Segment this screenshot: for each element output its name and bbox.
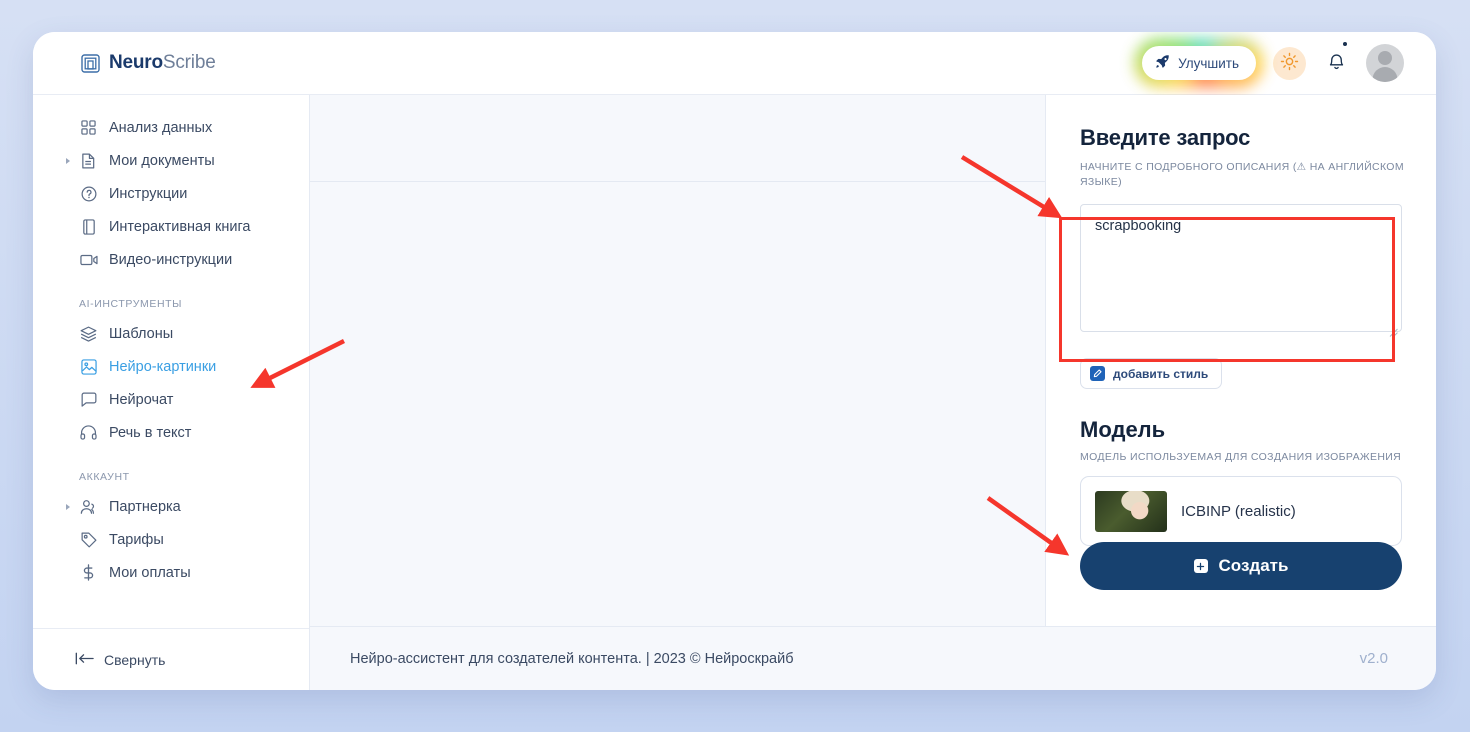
footer-text: Нейро-ассистент для создателей контента.… — [350, 650, 794, 667]
sidebar: Анализ данных Мои документы Инструкции И… — [33, 95, 310, 690]
sidebar-item-label: Интерактивная книга — [109, 218, 251, 235]
chevron-right-icon — [66, 503, 70, 510]
sidebar-section-account: АККАУНТ — [79, 471, 130, 483]
create-button[interactable]: Создать — [1080, 542, 1402, 590]
edit-pencil-icon — [1090, 366, 1105, 382]
layers-icon — [79, 324, 98, 343]
sidebar-item-label: Анализ данных — [109, 119, 213, 136]
chat-bubble-icon — [79, 390, 98, 409]
image-plus-icon — [1193, 559, 1208, 573]
sidebar-collapse-label: Свернуть — [104, 651, 166, 668]
generation-panel: Введите запрос НАЧНИТЕ С ПОДРОБНОГО ОПИС… — [1046, 95, 1436, 626]
header-actions: Улучшить — [1134, 38, 1404, 88]
sun-icon — [1280, 52, 1299, 74]
brand-logo[interactable]: NeuroScribe — [81, 52, 216, 74]
headphones-icon — [79, 423, 98, 442]
prompt-section-subtitle: НАЧНИТЕ С ПОДРОБНОГО ОПИСАНИЯ (⚠ НА АНГЛ… — [1080, 161, 1404, 189]
sidebar-item-video-instructions[interactable]: Видео-инструкции — [33, 243, 309, 276]
model-selector-card[interactable]: ICBINP (realistic) — [1080, 476, 1402, 547]
dollar-icon — [79, 563, 98, 582]
book-icon — [79, 217, 98, 236]
sidebar-item-neuro-pictures[interactable]: Нейро-картинки — [33, 350, 309, 383]
sidebar-item-tariffs[interactable]: Тарифы — [33, 523, 309, 556]
collapse-left-icon — [75, 652, 94, 668]
avatar[interactable] — [1366, 44, 1404, 82]
prompt-input-wrapper — [1080, 190, 1402, 338]
document-icon — [79, 151, 98, 170]
tag-icon — [79, 530, 98, 549]
sidebar-item-label: Нейрочат — [109, 391, 174, 408]
sidebar-item-speech-to-text[interactable]: Речь в текст — [33, 416, 309, 449]
logo-text: NeuroScribe — [109, 52, 216, 74]
image-icon — [79, 357, 98, 376]
prompt-section-title: Введите запрос — [1080, 125, 1251, 150]
add-style-button[interactable]: добавить стиль — [1080, 358, 1223, 390]
upgrade-button-label: Улучшить — [1178, 55, 1239, 71]
canvas-divider — [310, 181, 1045, 182]
app-header: NeuroScribe Улучшить — [33, 32, 1436, 95]
sidebar-item-label: Мои документы — [109, 152, 215, 169]
main-column: Введите запрос НАЧНИТЕ С ПОДРОБНОГО ОПИС… — [310, 95, 1436, 690]
theme-toggle-button[interactable] — [1273, 46, 1306, 80]
sidebar-collapse-button[interactable]: Свернуть — [33, 628, 309, 690]
logo-text-light: Scribe — [162, 52, 216, 73]
sidebar-item-label: Речь в текст — [109, 424, 192, 441]
question-circle-icon — [79, 184, 98, 203]
logo-text-bold: Neuro — [109, 52, 163, 73]
notification-dot — [1343, 42, 1347, 46]
gallery-canvas — [310, 95, 1046, 626]
model-selected-label: ICBINP (realistic) — [1181, 502, 1296, 520]
sidebar-item-label: Мои оплаты — [109, 564, 191, 581]
create-button-label: Создать — [1218, 556, 1289, 575]
bell-icon — [1327, 52, 1346, 75]
sidebar-item-label: Шаблоны — [109, 325, 174, 342]
sidebar-group-main: Анализ данных Мои документы Инструкции И… — [33, 111, 309, 276]
main-stage: Введите запрос НАЧНИТЕ С ПОДРОБНОГО ОПИС… — [310, 95, 1436, 626]
app-window: NeuroScribe Улучшить Анализ данных Мои д… — [33, 32, 1436, 690]
sidebar-item-data-analysis[interactable]: Анализ данных — [33, 111, 309, 144]
model-section-title: Модель — [1080, 417, 1166, 443]
upgrade-button-wrapper: Улучшить — [1134, 38, 1264, 88]
chevron-right-icon — [66, 157, 70, 164]
sidebar-item-my-documents[interactable]: Мои документы — [33, 144, 309, 177]
sidebar-section-ai-tools: AI-ИНСТРУМЕНТЫ — [79, 298, 183, 310]
sidebar-item-label: Тарифы — [109, 531, 164, 548]
upgrade-button[interactable]: Улучшить — [1142, 46, 1256, 80]
notifications-button[interactable] — [1323, 42, 1349, 78]
app-body: Анализ данных Мои документы Инструкции И… — [33, 95, 1436, 690]
sidebar-item-partnership[interactable]: Партнерка — [33, 490, 309, 523]
screenshot-root: NeuroScribe Улучшить Анализ данных Мои д… — [0, 0, 1470, 732]
sidebar-item-instructions[interactable]: Инструкции — [33, 177, 309, 210]
sidebar-item-label: Видео-инструкции — [109, 251, 233, 268]
video-camera-icon — [79, 250, 98, 269]
sidebar-item-label: Инструкции — [109, 185, 188, 202]
add-style-label: добавить стиль — [1113, 366, 1209, 381]
sidebar-group-account: Партнерка Тарифы Мои оплаты — [33, 490, 309, 589]
sidebar-item-label: Нейро-картинки — [109, 358, 217, 375]
app-footer: Нейро-ассистент для создателей контента.… — [310, 626, 1436, 690]
prompt-input[interactable] — [1080, 204, 1402, 333]
sidebar-item-label: Партнерка — [109, 498, 181, 515]
sidebar-group-ai: Шаблоны Нейро-картинки Нейрочат Речь в т… — [33, 317, 309, 449]
users-icon — [79, 497, 98, 516]
sidebar-item-my-payments[interactable]: Мои оплаты — [33, 556, 309, 589]
sidebar-item-templates[interactable]: Шаблоны — [33, 317, 309, 350]
model-thumbnail — [1095, 490, 1167, 532]
sidebar-item-neuro-chat[interactable]: Нейрочат — [33, 383, 309, 416]
rocket-icon — [1155, 54, 1170, 72]
footer-version: v2.0 — [1359, 650, 1388, 667]
model-section-subtitle: МОДЕЛЬ ИСПОЛЬЗУЕМАЯ ДЛЯ СОЗДАНИЯ ИЗОБРАЖ… — [1080, 451, 1402, 464]
logo-mark-icon — [81, 53, 100, 73]
sidebar-item-interactive-book[interactable]: Интерактивная книга — [33, 210, 309, 243]
grid-icon — [79, 118, 98, 137]
